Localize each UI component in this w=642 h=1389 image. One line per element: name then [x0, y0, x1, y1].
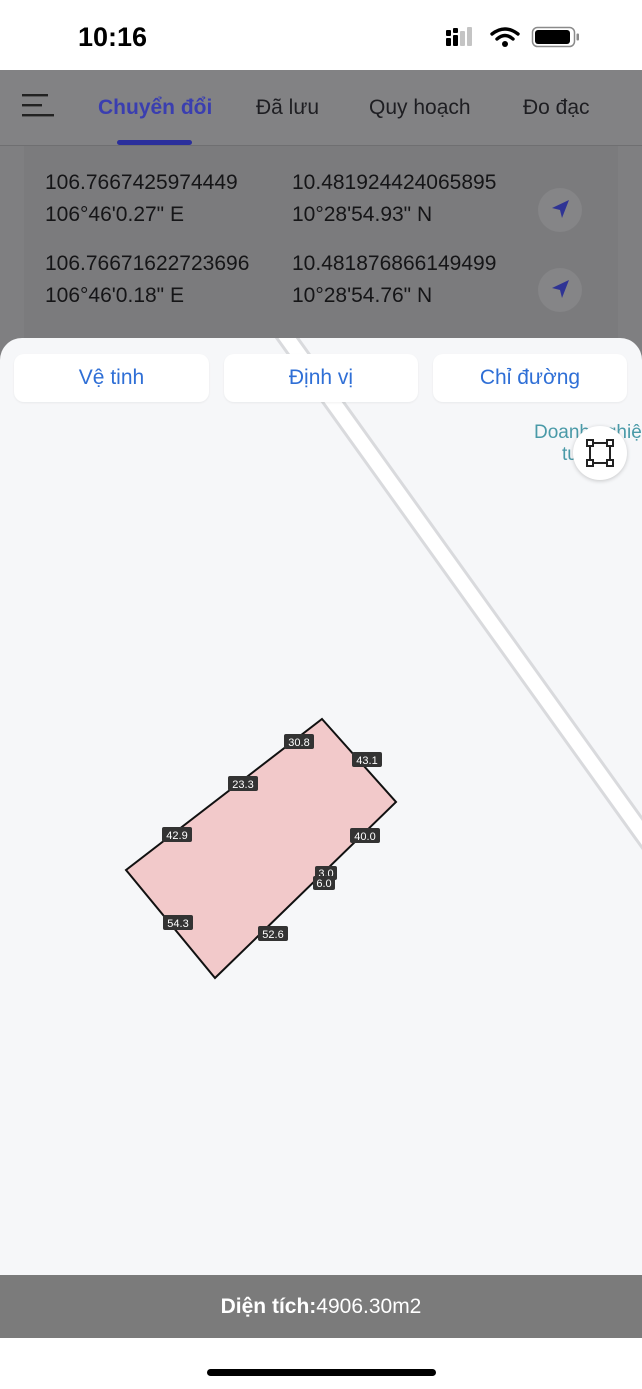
- edge-label: 54.3: [163, 915, 193, 930]
- edge-label: 30.8: [284, 734, 314, 749]
- edge-label: 23.3: [228, 776, 258, 791]
- tab-quy-hoach[interactable]: Quy hoạch: [369, 96, 471, 120]
- active-tab-indicator: [117, 140, 192, 145]
- svg-text:52.6: 52.6: [262, 929, 283, 941]
- edge-label: 6.0: [313, 876, 335, 890]
- svg-text:42.9: 42.9: [166, 830, 187, 842]
- coord-lng-decimal: 106.76671622723696: [45, 252, 250, 275]
- map-canvas[interactable]: 30.8 43.1 23.3 42.9 40.0 3.0 6.0 54.3 52…: [0, 338, 642, 1275]
- battery-icon: [531, 26, 579, 48]
- svg-text:30.8: 30.8: [288, 737, 309, 749]
- svg-text:54.3: 54.3: [167, 918, 188, 930]
- edge-label: 40.0: [350, 828, 380, 843]
- coord-lng-dms: 106°46'0.27" E: [45, 203, 184, 226]
- edge-label: 42.9: [162, 827, 192, 842]
- svg-text:23.3: 23.3: [232, 779, 253, 791]
- navigation-arrow-icon: [552, 280, 569, 298]
- home-indicator[interactable]: [207, 1369, 436, 1376]
- area-value: 4906.30m2: [316, 1294, 422, 1318]
- tab-do-dac[interactable]: Đo đạc: [523, 96, 590, 120]
- area-summary: Diện tích: 4906.30m2: [0, 1275, 642, 1338]
- draw-polygon-button[interactable]: [573, 426, 627, 480]
- menu-icon[interactable]: [22, 92, 54, 124]
- map-view[interactable]: 30.8 43.1 23.3 42.9 40.0 3.0 6.0 54.3 52…: [0, 338, 642, 1275]
- coord-lng-decimal: 106.7667425974449: [45, 171, 238, 194]
- navigation-arrow-icon: [552, 200, 569, 218]
- polygon-tool-icon: [586, 439, 614, 467]
- svg-text:40.0: 40.0: [354, 831, 375, 843]
- status-icons: [446, 26, 579, 48]
- coord-lat-dms: 10°28'54.76" N: [292, 284, 433, 307]
- navigate-button[interactable]: [538, 188, 582, 232]
- area-label: Diện tích:: [220, 1294, 317, 1318]
- edge-label: 43.1: [352, 752, 382, 767]
- directions-button[interactable]: Chỉ đường: [433, 354, 627, 402]
- svg-text:43.1: 43.1: [356, 755, 377, 767]
- status-bar: 10:16: [0, 0, 642, 70]
- tab-chuyen-doi[interactable]: Chuyển đổi: [98, 96, 212, 120]
- coord-lng-dms: 106°46'0.18" E: [45, 284, 184, 307]
- coord-lat-decimal: 10.481876866149499: [292, 252, 497, 275]
- satellite-button[interactable]: Vệ tinh: [14, 354, 209, 402]
- navigate-button[interactable]: [538, 268, 582, 312]
- svg-text:6.0: 6.0: [316, 878, 331, 890]
- locate-button[interactable]: Định vị: [224, 354, 418, 402]
- cellular-signal-icon: [446, 27, 472, 46]
- coord-lat-dms: 10°28'54.93" N: [292, 203, 433, 226]
- coord-lat-decimal: 10.481924424065895: [292, 171, 497, 194]
- wifi-icon: [490, 27, 520, 47]
- status-time: 10:16: [78, 22, 148, 52]
- tab-da-luu[interactable]: Đã lưu: [256, 96, 319, 120]
- edge-label: 52.6: [258, 926, 288, 941]
